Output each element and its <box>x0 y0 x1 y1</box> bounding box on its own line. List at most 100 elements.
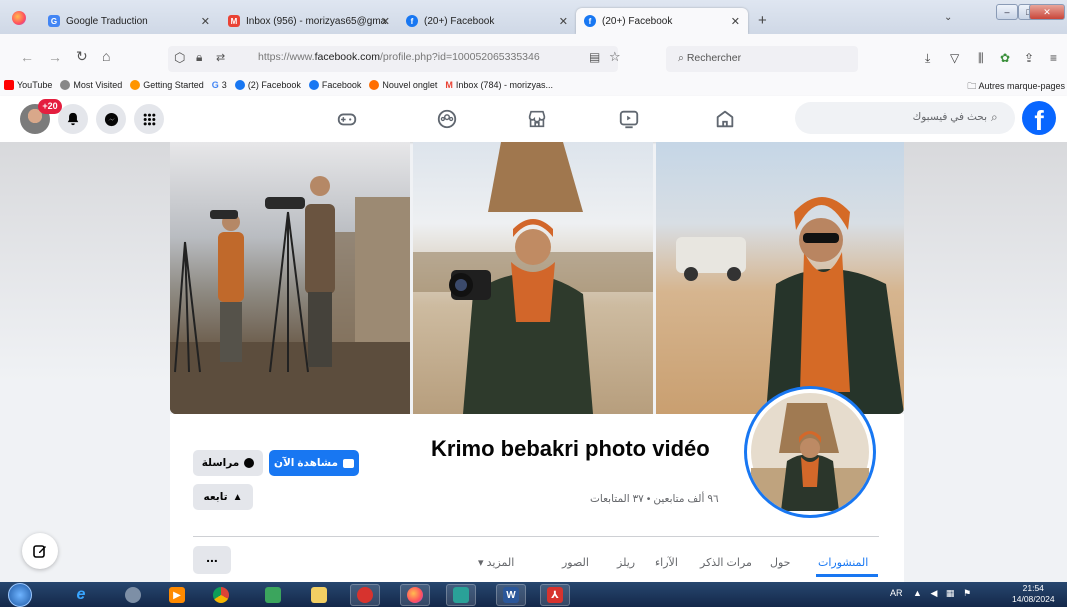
close-icon[interactable]: ✕ <box>731 15 740 28</box>
bookmark-getting-started[interactable]: Getting Started <box>130 80 204 90</box>
taskbar-word[interactable]: W <box>496 584 526 606</box>
groups-icon[interactable] <box>436 108 458 130</box>
bookmark-google[interactable]: G3 <box>212 80 227 90</box>
taskbar-pdf[interactable]: ⅄ <box>540 584 570 606</box>
search-icon: ⌕ <box>991 110 998 124</box>
back-icon[interactable]: ← <box>20 49 34 65</box>
bookmark-facebook[interactable]: Facebook <box>308 80 361 90</box>
profile-name: Krimo bebakri photo vidéo <box>431 436 710 461</box>
tab-list-chevron-icon[interactable]: ⌄ <box>944 12 952 23</box>
tab-more[interactable]: المزيد ▾ <box>478 556 514 569</box>
downloads-icon[interactable]: ⤓ <box>925 51 930 66</box>
follow-button[interactable]: ▲ تابعه <box>193 484 253 510</box>
close-window-button[interactable]: ✕ <box>1029 4 1065 20</box>
url-path: /profile.php?id=100052065335346 <box>379 51 540 63</box>
close-icon[interactable]: ✕ <box>381 15 390 28</box>
messenger-icon[interactable] <box>96 104 126 134</box>
followers-count[interactable]: ٩٦ ألف متابعين • ٣٧ المتابعات <box>590 493 719 505</box>
tab-mentions[interactable]: مرات الذكر <box>700 556 752 569</box>
forward-icon[interactable]: → <box>48 49 62 65</box>
taskbar-internet-explorer[interactable]: e <box>66 584 96 606</box>
search-icon: ⌕ <box>678 52 684 64</box>
cover-photo-panel-2 <box>413 142 653 414</box>
library-icon[interactable]: ⫼ <box>978 51 984 66</box>
tab-gmail[interactable]: M Inbox (956) - morizyas65@gma ✕ <box>220 8 398 34</box>
facebook-icon: f <box>406 15 418 27</box>
search-placeholder: بحث في فيسبوك <box>912 111 987 123</box>
gear-icon <box>60 80 71 90</box>
facebook-logo[interactable]: f <box>1022 101 1056 135</box>
minimize-button[interactable]: – <box>996 4 1018 20</box>
permissions-icon[interactable]: ⇄ <box>216 51 225 64</box>
bookmark-star-icon[interactable]: ☆ <box>609 49 621 65</box>
browser-search-input[interactable]: ⌕ Rechercher <box>666 46 858 72</box>
gaming-icon[interactable] <box>336 108 358 130</box>
close-icon[interactable]: ✕ <box>201 15 210 28</box>
language-indicator[interactable]: AR <box>890 588 903 598</box>
reload-icon[interactable]: ↻ <box>76 48 88 65</box>
share-icon[interactable]: ⇪ <box>1024 51 1034 65</box>
message-button[interactable]: مراسلة <box>193 450 263 476</box>
gmail-icon: M <box>445 80 453 90</box>
new-message-button[interactable] <box>22 533 58 569</box>
network-icon[interactable]: ▦ <box>946 588 955 598</box>
tab-reviews[interactable]: الآراء <box>655 556 678 569</box>
bookmark-youtube[interactable]: YouTube <box>4 80 52 90</box>
follow-label: تابعه <box>203 491 228 503</box>
other-bookmarks[interactable]: 🗀︎ Autres marque-pages <box>967 79 1065 95</box>
new-tab-button[interactable]: + <box>758 12 767 29</box>
show-hidden-icons[interactable]: ▲ <box>913 588 922 598</box>
tab-photos[interactable]: الصور <box>562 556 589 569</box>
tab-about[interactable]: حول <box>770 556 790 569</box>
media-player-icon <box>125 587 141 603</box>
bookmark-most-visited[interactable]: Most Visited <box>60 80 122 90</box>
bookmark-inbox[interactable]: M Inbox (784) - morizyas... <box>445 80 553 90</box>
close-icon[interactable]: ✕ <box>559 15 568 28</box>
bookmark-facebook-2[interactable]: (2) Facebook <box>234 80 301 90</box>
browser-tab-strip: G Google Traduction ✕ M Inbox (956) - mo… <box>0 0 1067 34</box>
taskbar-file-explorer[interactable] <box>304 584 334 606</box>
facebook-search-input[interactable]: بحث في فيسبوك <box>795 102 1015 134</box>
menu-icon[interactable]: ≡ <box>1050 51 1057 65</box>
taskbar-app-green[interactable] <box>446 584 476 606</box>
tab-google-translate[interactable]: G Google Traduction ✕ <box>40 8 218 34</box>
volume-icon[interactable]: ◀ <box>930 588 937 598</box>
profile-picture[interactable] <box>744 386 876 518</box>
taskbar-network-app[interactable] <box>258 584 288 606</box>
lock-icon[interactable]: 🔒︎ <box>196 50 202 65</box>
taskbar-clock[interactable]: 21:54 14/08/2024 <box>1012 583 1055 605</box>
more-options-button[interactable]: ... <box>193 546 231 574</box>
tab-facebook[interactable]: f (20+) Facebook ✕ <box>398 8 576 34</box>
tab-facebook-active[interactable]: f (20+) Facebook ✕ <box>576 8 748 34</box>
tab-posts[interactable]: المنشورات <box>818 556 868 569</box>
marketplace-icon[interactable] <box>526 108 548 130</box>
profile-picture-image <box>747 389 873 515</box>
shield-icon[interactable]: ⬡ <box>174 50 185 66</box>
start-button[interactable] <box>8 583 32 607</box>
flag-icon[interactable]: ⚑ <box>963 588 971 598</box>
facebook-icon: f <box>584 15 596 27</box>
pocket-icon[interactable]: ▽ <box>950 51 959 65</box>
firefox-menu-icon[interactable] <box>12 11 26 25</box>
reader-view-icon[interactable]: ▤ <box>589 50 600 64</box>
taskbar-firefox[interactable] <box>400 584 430 606</box>
video-play-icon <box>343 458 354 468</box>
url-text[interactable]: https://www.facebook.com/profile.php?id=… <box>258 51 540 63</box>
bookmark-label: Getting Started <box>143 80 204 90</box>
taskbar-media-player[interactable] <box>118 584 148 606</box>
home-icon[interactable]: ⌂ <box>102 48 110 64</box>
taskbar-chrome[interactable] <box>206 584 236 606</box>
taskbar-game-app[interactable] <box>350 584 380 606</box>
menu-grid-icon[interactable] <box>134 104 164 134</box>
watch-now-button[interactable]: مشاهدة الآن <box>269 450 359 476</box>
follow-icon: ▲ <box>232 491 243 503</box>
video-icon[interactable] <box>618 108 640 130</box>
notifications-bell-icon[interactable] <box>58 104 88 134</box>
taskbar-video-app[interactable]: ▶ <box>162 584 192 606</box>
home-icon[interactable] <box>714 108 736 130</box>
cover-photo[interactable] <box>170 142 904 414</box>
extension-icon[interactable]: ✿ <box>1000 51 1010 65</box>
chrome-icon <box>213 587 229 603</box>
tab-reels[interactable]: ريلز <box>617 556 635 569</box>
bookmark-new-tab[interactable]: Nouvel onglet <box>369 80 437 90</box>
